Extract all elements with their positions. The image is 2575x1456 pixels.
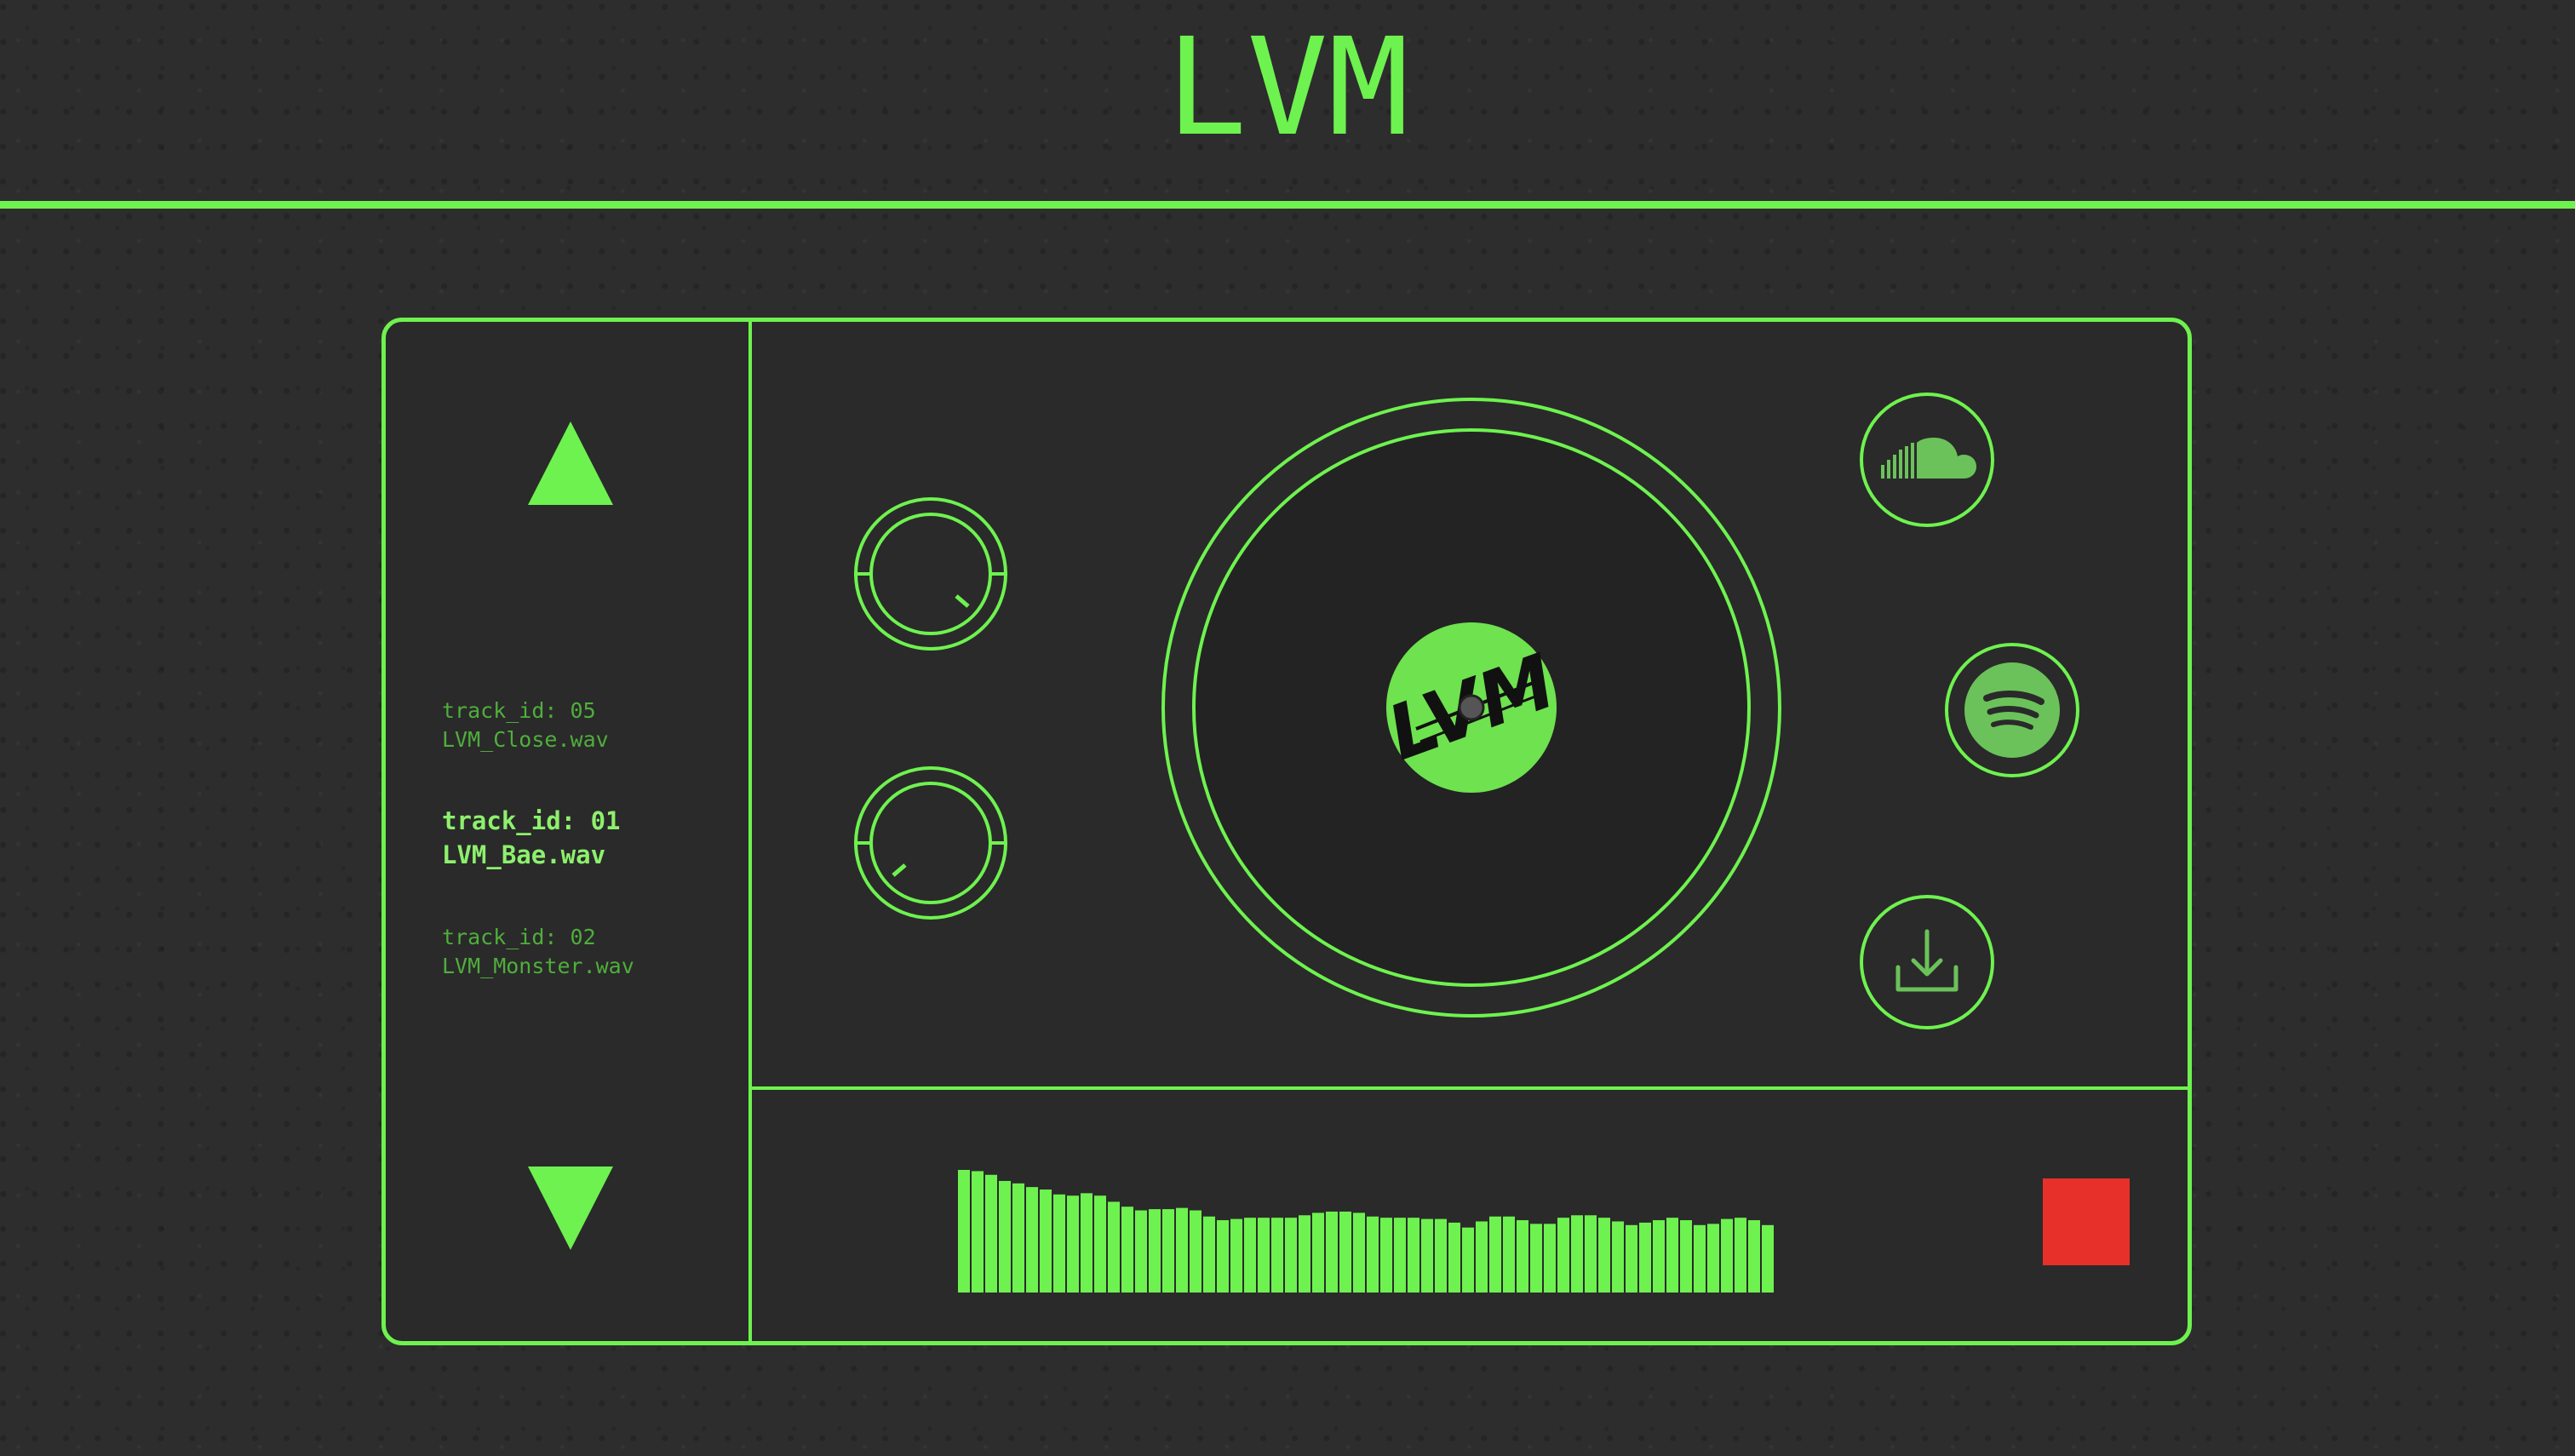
bottom-panel-divider [752, 1086, 2188, 1090]
download-button[interactable] [1859, 894, 1995, 1030]
waveform-bar [1476, 1221, 1488, 1293]
track-id: track_id: 05 [442, 698, 596, 723]
soundcloud-icon [1881, 438, 1976, 479]
waveform-bar [1612, 1221, 1624, 1293]
waveform-bar [1217, 1220, 1229, 1293]
waveform-bar [1108, 1201, 1120, 1293]
waveform-bar [1353, 1212, 1365, 1293]
track-file: LVM_Bae.wav [442, 840, 606, 869]
waveform-bar [985, 1174, 997, 1293]
waveform-bar [1517, 1220, 1528, 1293]
waveform-bar [1585, 1215, 1597, 1293]
waveform-bar [1707, 1224, 1719, 1293]
waveform-bar [958, 1170, 970, 1293]
waveform-bar [1040, 1189, 1052, 1293]
waveform-bar [1489, 1216, 1501, 1293]
header-divider [0, 201, 2575, 209]
waveform-bar [1557, 1218, 1569, 1293]
waveform-bar [1544, 1224, 1556, 1293]
track-id: track_id: 02 [442, 925, 596, 949]
triangle-up-icon[interactable] [526, 418, 615, 507]
waveform-bar [1503, 1216, 1515, 1293]
waveform-bar [1326, 1211, 1338, 1293]
waveform-bar [999, 1180, 1011, 1293]
waveform-bar [1598, 1218, 1610, 1293]
waveform-bar [1176, 1207, 1188, 1293]
soundcloud-button[interactable] [1859, 392, 1995, 528]
waveform-bar [1530, 1224, 1542, 1293]
waveform-bar [1026, 1187, 1038, 1293]
player-device: track_id: 05 LVM_Close.wav track_id: 01 … [381, 318, 2192, 1345]
waveform-bar [1121, 1207, 1133, 1293]
waveform-bar [1421, 1218, 1433, 1293]
waveform-bar [1367, 1216, 1379, 1293]
waveform-bar [1380, 1218, 1392, 1293]
app-title: LVM [1166, 9, 1409, 166]
waveform-bar [1135, 1210, 1147, 1293]
waveform-bar [1012, 1183, 1024, 1293]
waveform-bar [1448, 1222, 1460, 1293]
waveform-bar [1258, 1218, 1270, 1293]
waveform-bar [1299, 1215, 1310, 1293]
track-file: LVM_Close.wav [442, 727, 609, 752]
waveform-bar [972, 1171, 984, 1293]
waveform-bar [1721, 1218, 1733, 1293]
waveform-bar [1244, 1218, 1256, 1293]
spotify-icon [1964, 662, 2060, 758]
waveform-bar [1653, 1220, 1665, 1293]
knob-1-indicator [955, 594, 970, 608]
waveform-bar [1462, 1227, 1474, 1293]
waveform-bar [1067, 1195, 1079, 1293]
waveform-bar [1339, 1211, 1351, 1293]
knob-1[interactable] [852, 496, 1009, 652]
waveform-bar [1053, 1194, 1065, 1293]
waveform-bar [1203, 1216, 1215, 1293]
waveform-bar [1408, 1218, 1419, 1293]
stop-icon[interactable] [2043, 1178, 2130, 1265]
sidebar-divider [748, 322, 752, 1341]
waveform-bar [1081, 1193, 1093, 1293]
knob-2[interactable] [852, 765, 1009, 921]
spotify-button[interactable] [1944, 642, 2080, 778]
waveform-bar [1694, 1224, 1706, 1293]
waveform-bar [1571, 1215, 1583, 1293]
waveform-bar [1271, 1218, 1283, 1293]
waveform-bar [1435, 1218, 1447, 1293]
waveform-bar [1735, 1218, 1746, 1293]
waveform-bar [1094, 1195, 1106, 1293]
turntable[interactable]: LVM [1161, 397, 1782, 1018]
track-item-monster[interactable]: track_id: 02 LVM_Monster.wav [442, 923, 731, 981]
waveform-bar [1312, 1212, 1324, 1293]
waveform-bar [1639, 1222, 1651, 1293]
waveform-bar [1626, 1224, 1637, 1293]
track-item-bae-active[interactable]: track_id: 01 LVM_Bae.wav [442, 804, 731, 872]
knob-2-indicator [892, 863, 907, 877]
waveform-bar [1762, 1224, 1774, 1293]
download-icon [1895, 929, 1958, 992]
waveform-bar [1149, 1209, 1161, 1293]
waveform-bar [1748, 1220, 1760, 1293]
track-item-close[interactable]: track_id: 05 LVM_Close.wav [442, 696, 731, 754]
track-id: track_id: 01 [442, 806, 621, 835]
waveform-visualizer[interactable] [958, 1170, 1775, 1293]
waveform-bar [1162, 1209, 1174, 1293]
waveform-bar [1230, 1218, 1242, 1293]
waveform-bar [1394, 1218, 1406, 1293]
waveform-bar [1285, 1218, 1297, 1293]
triangle-down-icon[interactable] [526, 1165, 615, 1253]
waveform-bar [1190, 1210, 1201, 1293]
waveform-bar [1680, 1220, 1692, 1293]
track-file: LVM_Monster.wav [442, 954, 634, 978]
waveform-bar [1666, 1218, 1678, 1293]
